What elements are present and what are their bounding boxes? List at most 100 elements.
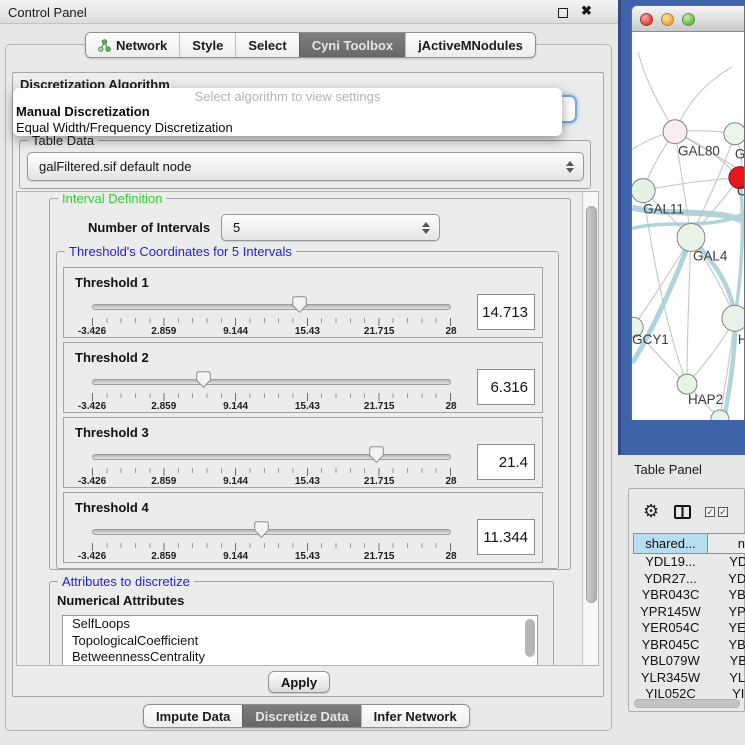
checkbox-icon[interactable]: ✓ xyxy=(705,507,715,517)
slider-major-ticks xyxy=(92,318,451,326)
table-data-combo-value: galFiltered.sif default node xyxy=(39,159,191,174)
threshold-1-value-field[interactable]: 14.713 xyxy=(477,294,535,330)
slider-thumb[interactable] xyxy=(196,371,211,388)
table-row[interactable]: YDL19...YDL1 xyxy=(633,554,745,571)
network-node[interactable] xyxy=(663,120,687,144)
network-canvas[interactable]: GAL80 GA C GAL11 GAL4 GCY1 H HAP2 xyxy=(632,32,745,420)
tick-label: 28 xyxy=(445,326,456,337)
checkbox-icon[interactable]: ✓ xyxy=(718,507,728,517)
settings-scrollbar-thumb[interactable] xyxy=(586,206,597,603)
tick-label: 15.43 xyxy=(295,476,320,487)
threshold-2-value-field[interactable]: 6.316 xyxy=(477,369,535,405)
table-row[interactable]: YBR043CYBR0 xyxy=(633,587,745,604)
control-panel-tabs: Network Style Select Cyni Toolbox jActiv… xyxy=(85,32,536,58)
network-nodes[interactable] xyxy=(632,120,745,420)
algorithm-dropdown-popup: Select algorithm to view settings Manual… xyxy=(13,88,562,136)
tab-select[interactable]: Select xyxy=(235,33,298,57)
gear-icon[interactable]: ⚙ xyxy=(643,501,659,522)
node-label: HAP2 xyxy=(688,392,723,407)
table-row[interactable]: YPR145WYPR1 xyxy=(633,604,745,621)
network-node[interactable] xyxy=(677,224,705,252)
table-rows: YDL19...YDL1 YDR27...YDR2 YBR043CYBR0 YP… xyxy=(633,554,745,703)
threshold-3-slider[interactable]: -3.426 2.859 9.144 15.43 21.715 28 xyxy=(92,418,451,487)
slider-track[interactable] xyxy=(92,454,451,460)
table-row[interactable]: YBR045CYBR0 xyxy=(633,637,745,654)
network-node[interactable] xyxy=(632,179,655,203)
tick-label: 2.859 xyxy=(151,401,176,412)
panel-title: Control Panel xyxy=(8,5,87,20)
column-header-name[interactable]: na xyxy=(708,533,745,554)
tick-label: 9.144 xyxy=(223,476,248,487)
threshold-2-slider[interactable]: -3.426 2.859 9.144 15.43 21.715 28 xyxy=(92,343,451,412)
network-node[interactable] xyxy=(722,305,745,331)
tab-network[interactable]: Network xyxy=(86,33,179,57)
node-attribute-table: shared... na YDL19...YDL1 YDR27...YDR2 Y… xyxy=(633,533,745,703)
algorithm-option-manual[interactable]: Manual Discretization xyxy=(13,104,562,120)
combo-stepper-icon xyxy=(566,161,574,173)
slider-track[interactable] xyxy=(92,304,451,310)
node-label: GAL4 xyxy=(693,248,728,263)
slider-major-ticks xyxy=(92,468,451,476)
slider-major-ticks xyxy=(92,543,451,551)
tab-network-label: Network xyxy=(116,38,167,53)
mac-close-icon[interactable] xyxy=(640,13,653,26)
table-horizontal-scrollbar[interactable] xyxy=(634,699,740,708)
mac-zoom-icon[interactable] xyxy=(682,13,695,26)
tick-label: 21.715 xyxy=(364,326,395,337)
table-row[interactable]: YER054CYER0 xyxy=(633,620,745,637)
combo-stepper-icon xyxy=(422,222,430,234)
tick-label: 15.43 xyxy=(295,551,320,562)
slider-thumb[interactable] xyxy=(254,521,269,538)
list-scrollbar[interactable] xyxy=(525,619,535,657)
mac-minimize-icon[interactable] xyxy=(661,13,674,26)
slider-track[interactable] xyxy=(92,379,451,385)
algorithm-option-equal-width[interactable]: Equal Width/Frequency Discretization xyxy=(13,120,562,136)
tab-infer-network[interactable]: Infer Network xyxy=(361,705,469,727)
number-of-intervals-value: 5 xyxy=(233,220,240,235)
network-node[interactable] xyxy=(724,123,745,145)
tab-impute-data[interactable]: Impute Data xyxy=(144,705,242,727)
node-label: GA xyxy=(735,147,745,162)
threshold-4-value-field[interactable]: 11.344 xyxy=(477,519,535,555)
numerical-attributes-label: Numerical Attributes xyxy=(57,593,184,608)
tick-label: 2.859 xyxy=(151,326,176,337)
threshold-3-value-field[interactable]: 21.4 xyxy=(477,444,535,480)
list-item[interactable]: BetweennessCentrality xyxy=(63,649,537,666)
tick-label: 2.859 xyxy=(151,551,176,562)
tab-jactivemnodules[interactable]: jActiveMNodules xyxy=(405,33,535,57)
list-item[interactable]: TopologicalCoefficient xyxy=(63,633,537,650)
slider-thumb[interactable] xyxy=(292,296,307,313)
node-label: GCY1 xyxy=(632,332,669,347)
node-label: H xyxy=(738,332,745,347)
table-row[interactable]: YDR27...YDR2 xyxy=(633,571,745,588)
settings-scrollbar-track[interactable] xyxy=(582,192,599,666)
tick-label: 9.144 xyxy=(223,401,248,412)
slider-thumb[interactable] xyxy=(369,446,384,463)
tab-cyni-toolbox[interactable]: Cyni Toolbox xyxy=(299,33,405,57)
settings-scroll-area: Interval Definition Number of Intervals … xyxy=(16,191,599,666)
tab-style[interactable]: Style xyxy=(179,33,235,57)
number-of-intervals-combo[interactable]: 5 xyxy=(221,214,440,241)
attributes-group-title: Attributes to discretize xyxy=(58,574,194,589)
threshold-1-slider[interactable]: -3.426 2.859 9.144 15.43 21.715 28 xyxy=(92,268,451,337)
apply-button[interactable]: Apply xyxy=(268,671,330,693)
tick-label: 21.715 xyxy=(364,476,395,487)
table-data-combo[interactable]: galFiltered.sif default node xyxy=(27,152,584,181)
column-header-shared-name[interactable]: shared... xyxy=(633,533,708,554)
number-of-intervals-label: Number of Intervals xyxy=(88,220,210,235)
close-panel-icon[interactable]: ✖ xyxy=(581,3,592,19)
tick-label: 9.144 xyxy=(223,326,248,337)
tab-discretize-data[interactable]: Discretize Data xyxy=(242,705,360,727)
float-panel-icon[interactable] xyxy=(558,8,568,18)
slider-track[interactable] xyxy=(92,529,451,535)
network-window-titlebar xyxy=(632,6,744,32)
list-item[interactable]: SelfLoops xyxy=(63,616,537,633)
columns-icon[interactable] xyxy=(674,505,691,519)
tick-label: 15.43 xyxy=(295,401,320,412)
numerical-attributes-list[interactable]: SelfLoops TopologicalCoefficient Between… xyxy=(62,615,538,666)
table-header-row: shared... na xyxy=(633,533,745,554)
threshold-4-slider[interactable]: -3.426 2.859 9.144 15.43 21.715 28 xyxy=(92,493,451,562)
table-row[interactable]: YBL079WYBL0 xyxy=(633,653,745,670)
table-row[interactable]: YLR345WYLR3 xyxy=(633,670,745,687)
tick-label: -3.426 xyxy=(78,401,106,412)
